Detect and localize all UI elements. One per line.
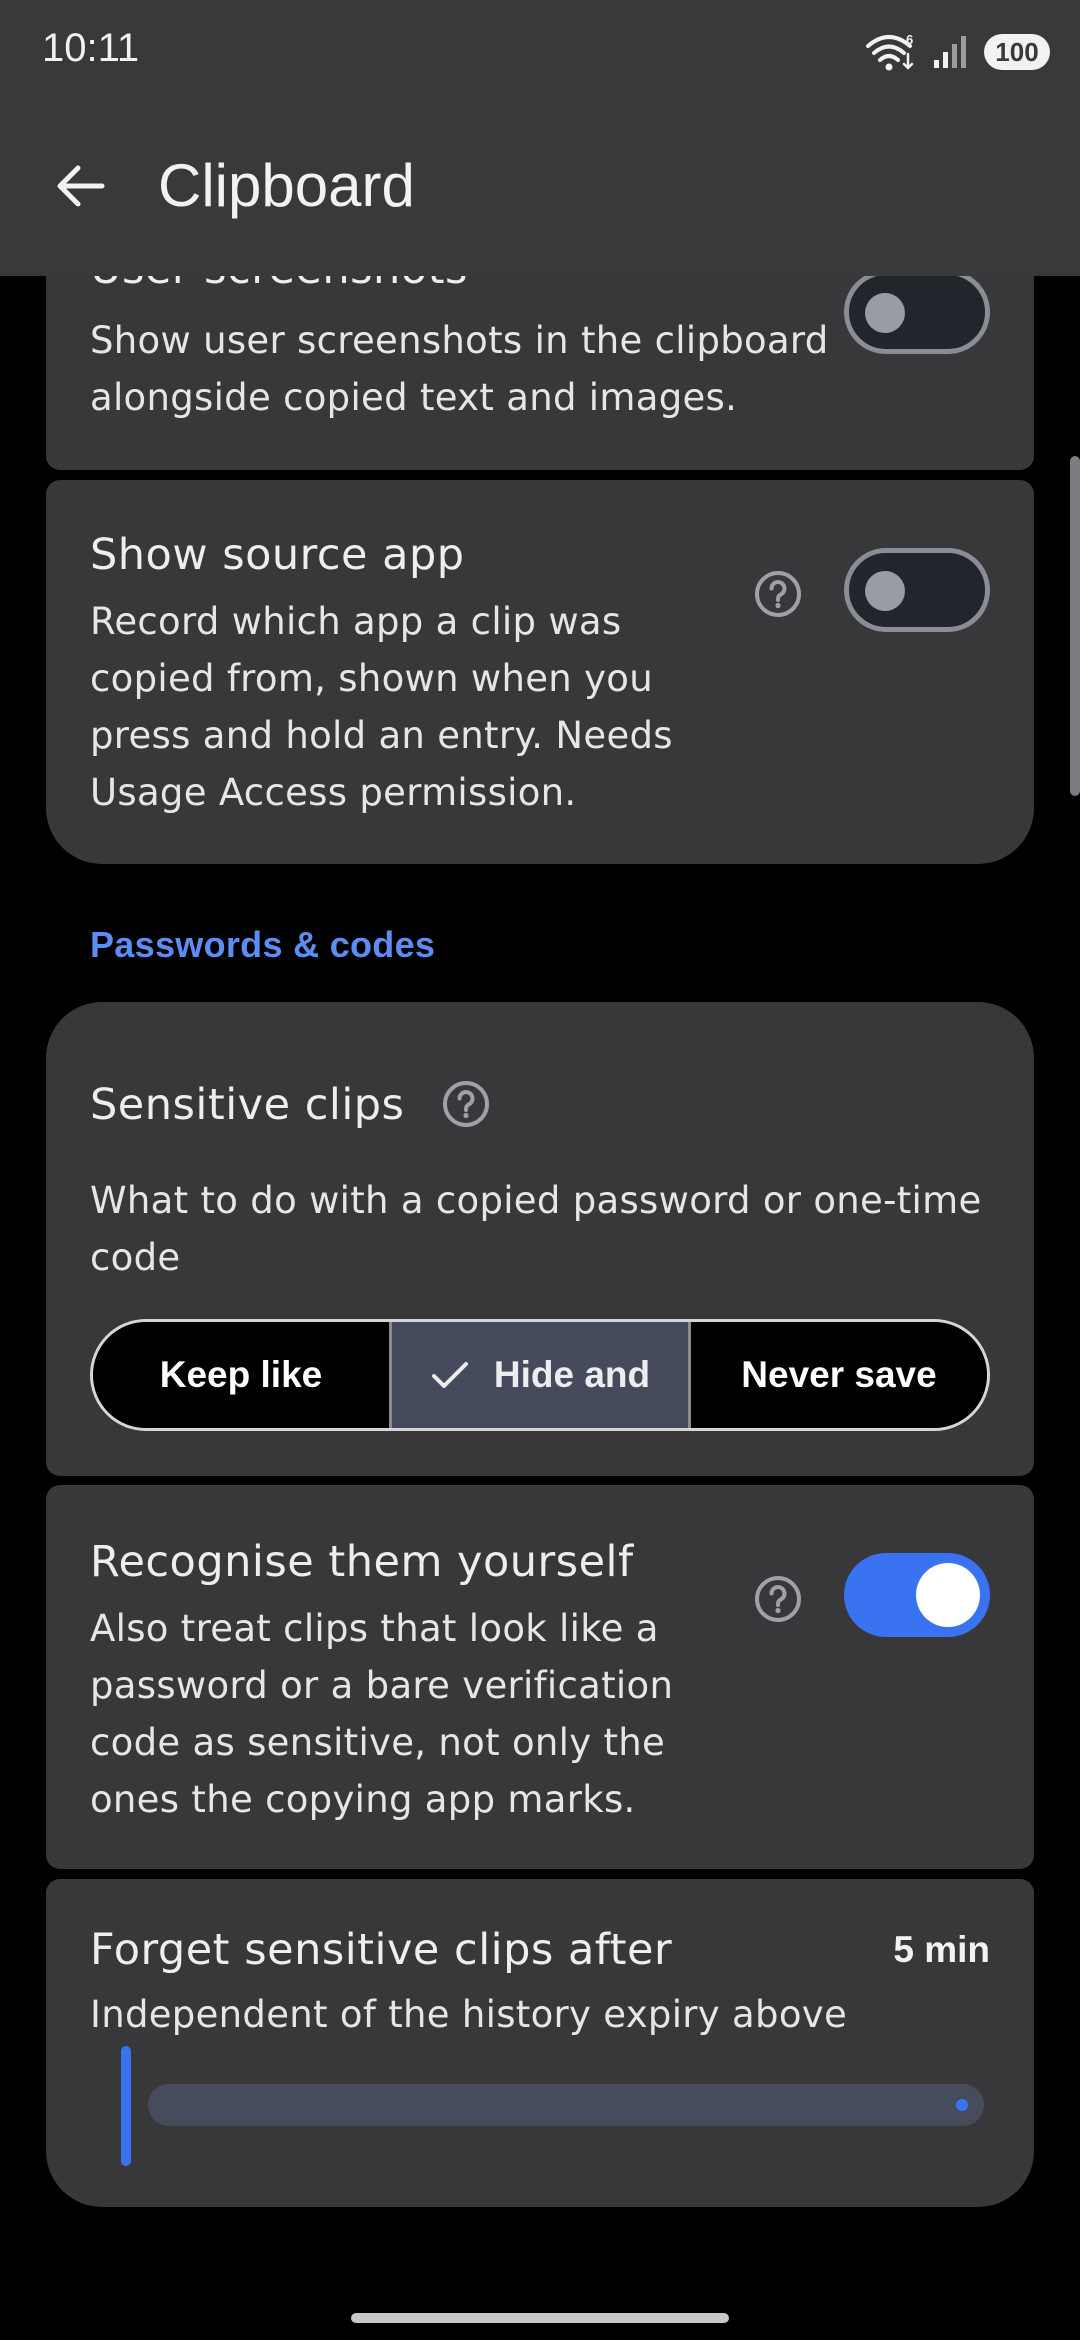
segment-hide-and[interactable]: Hide and (389, 1322, 688, 1428)
help-circle-icon[interactable] (752, 568, 804, 620)
segment-never-save[interactable]: Never save (688, 1322, 987, 1428)
segment-keep-like[interactable]: Keep like (93, 1322, 389, 1428)
segment-label: Never save (741, 1354, 937, 1395)
toggle-knob (865, 293, 905, 333)
checkmark-icon (431, 1362, 468, 1388)
show-source-app-description-line-3: press and hold an entry. Needs (90, 714, 673, 757)
forget-sensitive-value: 5 min (893, 1929, 990, 1970)
help-circle-icon[interactable] (440, 1078, 492, 1130)
home-indicator[interactable] (351, 2313, 729, 2323)
forget-sensitive-slider-track[interactable] (148, 2084, 984, 2126)
show-source-app-description-line-2: copied from, shown when you (90, 657, 653, 700)
settings-list[interactable]: User screenshots Show user screenshots i… (0, 0, 1080, 2340)
section-header-passwords: Passwords & codes (90, 924, 436, 965)
slider-stop-indicator (956, 2099, 968, 2111)
help-circle-icon[interactable] (752, 1573, 804, 1625)
segment-label: Keep like (159, 1354, 323, 1395)
recognise-description-line-4: ones the copying app marks. (90, 1778, 636, 1821)
sensitive-clips-description-line-2: code (90, 1236, 181, 1279)
show-source-app-card[interactable]: Show source app Record which app a clip … (46, 480, 1034, 864)
sensitive-clips-title: Sensitive clips (90, 1080, 405, 1130)
user-screenshots-description-line-1: Show user screenshots in the clipboard (90, 319, 829, 362)
recognise-toggle[interactable] (844, 1553, 990, 1637)
signal-icon (934, 36, 966, 68)
show-source-app-toggle[interactable] (844, 548, 990, 632)
wifi-icon: 6 (866, 32, 914, 71)
toggle-knob (916, 1563, 980, 1627)
forget-sensitive-title: Forget sensitive clips after (90, 1925, 673, 1975)
battery-indicator: 100 (984, 34, 1050, 70)
wifi-badge: 6 (906, 32, 913, 47)
recognise-them-yourself-card[interactable]: Recognise them yourself Also treat clips… (46, 1485, 1034, 1869)
app-bar: 10:11 6 100 Clipboard (0, 0, 1080, 276)
toggle-knob (865, 571, 905, 611)
forget-sensitive-slider-thumb[interactable] (121, 2046, 131, 2166)
sensitive-clips-description-line-1: What to do with a copied password or one… (90, 1179, 982, 1222)
recognise-title: Recognise them yourself (90, 1537, 634, 1587)
user-screenshots-description-line-2: alongside copied text and images. (90, 376, 738, 419)
show-source-app-description-line-4: Usage Access permission. (90, 771, 577, 814)
sensitive-clips-segmented-control[interactable]: Keep like Hide and Never save (90, 1319, 990, 1431)
status-time: 10:11 (42, 26, 140, 70)
forget-sensitive-card: Forget sensitive clips after 5 min Indep… (46, 1879, 1034, 2207)
arrow-left-icon (57, 165, 105, 207)
page-title: Clipboard (158, 152, 415, 219)
scrollbar[interactable] (1070, 456, 1080, 796)
recognise-description-line-3: code as sensitive, not only the (90, 1721, 666, 1764)
status-icons: 6 100 (864, 30, 1050, 74)
show-source-app-description-line-1: Record which app a clip was (90, 600, 622, 643)
segment-label: Hide and (493, 1354, 651, 1395)
user-screenshots-toggle[interactable] (844, 270, 990, 354)
forget-sensitive-description: Independent of the history expiry above (90, 1993, 848, 2036)
recognise-description-line-1: Also treat clips that look like a (90, 1607, 659, 1650)
back-button[interactable] (40, 146, 120, 226)
screen: User screenshots Show user screenshots i… (0, 0, 1080, 2340)
recognise-description-line-2: password or a bare verification (90, 1664, 674, 1707)
show-source-app-title: Show source app (90, 530, 465, 580)
